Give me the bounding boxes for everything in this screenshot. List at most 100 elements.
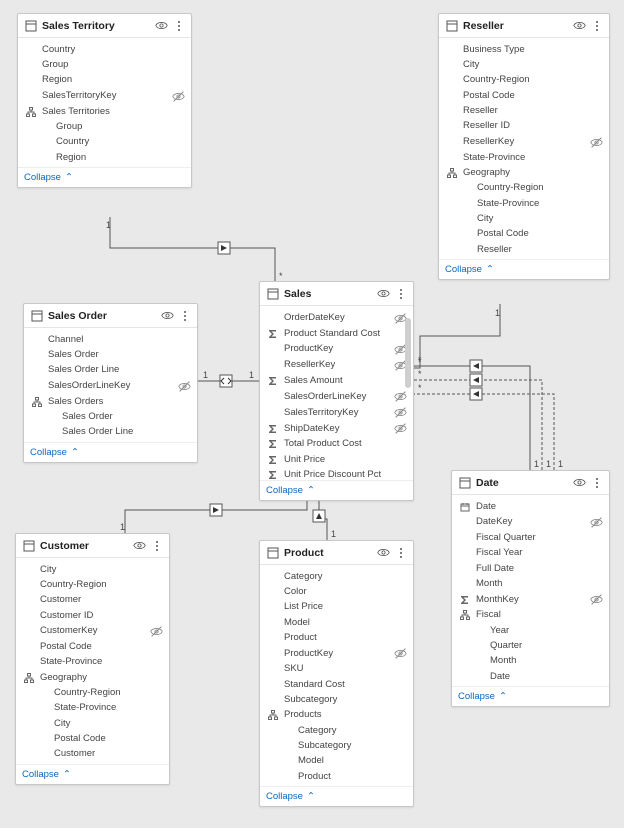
table-sales-territory[interactable]: Sales Territory CountryGroupRegionSalesT… bbox=[17, 13, 192, 188]
field-row[interactable]: Fiscal bbox=[452, 608, 609, 623]
field-row[interactable]: ProductKey bbox=[260, 341, 413, 357]
field-row[interactable]: OrderDateKey bbox=[260, 310, 413, 326]
field-row[interactable]: Standard Cost bbox=[260, 677, 413, 692]
field-row[interactable]: Fiscal Quarter bbox=[452, 530, 609, 545]
field-row[interactable]: Color bbox=[260, 584, 413, 599]
field-row[interactable]: City bbox=[16, 716, 169, 731]
eye-icon[interactable] bbox=[133, 539, 146, 552]
field-row[interactable]: DateKey bbox=[452, 514, 609, 530]
field-row[interactable]: Sales Order bbox=[24, 409, 197, 424]
eye-icon[interactable] bbox=[573, 19, 586, 32]
more-icon[interactable] bbox=[590, 476, 603, 489]
field-row[interactable]: State-Province bbox=[16, 655, 169, 670]
field-row[interactable]: SKU bbox=[260, 662, 413, 677]
field-row[interactable]: State-Province bbox=[439, 196, 609, 211]
field-row[interactable]: Group bbox=[18, 57, 191, 72]
collapse-link[interactable]: Collapse ⌃ bbox=[16, 764, 169, 784]
collapse-link[interactable]: Collapse ⌃ bbox=[260, 786, 413, 806]
field-row[interactable]: Region bbox=[18, 150, 191, 165]
field-row[interactable]: Region bbox=[18, 73, 191, 88]
eye-icon[interactable] bbox=[377, 546, 390, 559]
collapse-link[interactable]: Collapse ⌃ bbox=[18, 167, 191, 187]
field-row[interactable]: Channel bbox=[24, 332, 197, 347]
field-row[interactable]: ResellerKey bbox=[260, 357, 413, 373]
field-row[interactable]: Sales Amount bbox=[260, 373, 413, 388]
eye-icon[interactable] bbox=[573, 476, 586, 489]
field-row[interactable]: Full Date bbox=[452, 561, 609, 576]
table-customer[interactable]: Customer CityCountry-RegionCustomerCusto… bbox=[15, 533, 170, 785]
field-row[interactable]: Month bbox=[452, 576, 609, 591]
collapse-link[interactable]: Collapse ⌃ bbox=[260, 480, 413, 500]
field-row[interactable]: ProductKey bbox=[260, 646, 413, 662]
table-header[interactable]: Sales Territory bbox=[18, 14, 191, 38]
field-row[interactable]: List Price bbox=[260, 600, 413, 615]
field-row[interactable]: Subcategory bbox=[260, 692, 413, 707]
table-header[interactable]: Customer bbox=[16, 534, 169, 558]
field-row[interactable]: Fiscal Year bbox=[452, 546, 609, 561]
table-reseller[interactable]: Reseller Business Type City Country-Region… bbox=[438, 13, 610, 280]
field-row[interactable]: Product bbox=[260, 769, 413, 784]
field-row[interactable]: Customer bbox=[16, 593, 169, 608]
table-header[interactable]: Sales bbox=[260, 282, 413, 306]
table-product[interactable]: Product CategoryColorList PriceModelProd… bbox=[259, 540, 414, 807]
more-icon[interactable] bbox=[590, 19, 603, 32]
table-sales-order[interactable]: Sales Order ChannelSales OrderSales Orde… bbox=[23, 303, 198, 463]
field-row[interactable]: State-Province bbox=[16, 701, 169, 716]
table-header[interactable]: Sales Order bbox=[24, 304, 197, 328]
field-row[interactable]: Reseller bbox=[439, 103, 609, 118]
field-row[interactable]: Category bbox=[260, 569, 413, 584]
field-row[interactable]: CustomerKey bbox=[16, 623, 169, 639]
field-row[interactable]: Country bbox=[18, 42, 191, 57]
field-row[interactable]: Country-Region bbox=[439, 181, 609, 196]
field-row[interactable]: Geography bbox=[439, 165, 609, 180]
field-row[interactable]: City bbox=[16, 562, 169, 577]
field-row[interactable]: Customer bbox=[16, 747, 169, 762]
field-row[interactable]: Product Standard Cost bbox=[260, 326, 413, 341]
collapse-link[interactable]: Collapse ⌃ bbox=[24, 442, 197, 462]
field-row[interactable]: SalesTerritoryKey bbox=[18, 88, 191, 104]
field-row[interactable]: Unit Price bbox=[260, 452, 413, 467]
field-row[interactable]: Total Product Cost bbox=[260, 437, 413, 452]
field-row[interactable]: Country-Region bbox=[16, 577, 169, 592]
field-row[interactable]: Customer ID bbox=[16, 608, 169, 623]
field-row[interactable]: SalesOrderLineKey bbox=[260, 389, 413, 405]
field-row[interactable]: Products bbox=[260, 708, 413, 723]
field-row[interactable]: SalesOrderLineKey bbox=[24, 378, 197, 394]
field-row[interactable]: Sales Order Line bbox=[24, 363, 197, 378]
eye-icon[interactable] bbox=[155, 19, 168, 32]
field-row[interactable]: ShipDateKey bbox=[260, 421, 413, 437]
field-row[interactable]: Sales Order Line bbox=[24, 425, 197, 440]
field-row[interactable]: Date bbox=[452, 499, 609, 514]
field-row[interactable]: Reseller ID bbox=[439, 119, 609, 134]
more-icon[interactable] bbox=[172, 19, 185, 32]
more-icon[interactable] bbox=[150, 539, 163, 552]
table-header[interactable]: Date bbox=[452, 471, 609, 495]
more-icon[interactable] bbox=[178, 309, 191, 322]
field-row[interactable]: Model bbox=[260, 754, 413, 769]
field-row[interactable]: Product bbox=[260, 630, 413, 645]
field-row[interactable]: Unit Price Discount Pct bbox=[260, 467, 413, 480]
field-row[interactable]: Postal Code bbox=[439, 88, 609, 103]
field-row[interactable]: Subcategory bbox=[260, 738, 413, 753]
field-row[interactable]: Quarter bbox=[452, 638, 609, 653]
field-row[interactable]: Category bbox=[260, 723, 413, 738]
eye-icon[interactable] bbox=[161, 309, 174, 322]
field-row[interactable]: ResellerKey bbox=[439, 134, 609, 150]
field-row[interactable]: Sales Order bbox=[24, 347, 197, 362]
collapse-link[interactable]: Collapse ⌃ bbox=[452, 686, 609, 706]
field-row[interactable]: Geography bbox=[16, 670, 169, 685]
field-row[interactable]: Year bbox=[452, 623, 609, 638]
more-icon[interactable] bbox=[394, 287, 407, 300]
field-row[interactable]: Sales Orders bbox=[24, 394, 197, 409]
field-row[interactable]: City bbox=[439, 211, 609, 226]
field-row[interactable]: SalesTerritoryKey bbox=[260, 405, 413, 421]
field-row[interactable]: Group bbox=[18, 119, 191, 134]
table-date[interactable]: Date DateDateKeyFiscal QuarterFiscal Yea… bbox=[451, 470, 610, 707]
field-row[interactable]: Date bbox=[452, 669, 609, 684]
scrollbar[interactable] bbox=[405, 308, 411, 476]
collapse-link[interactable]: Collapse ⌃ bbox=[439, 259, 609, 279]
field-row[interactable]: Business Type bbox=[439, 42, 609, 57]
field-row[interactable]: Country-Region bbox=[16, 685, 169, 700]
eye-icon[interactable] bbox=[377, 287, 390, 300]
field-row[interactable]: State-Province bbox=[439, 150, 609, 165]
